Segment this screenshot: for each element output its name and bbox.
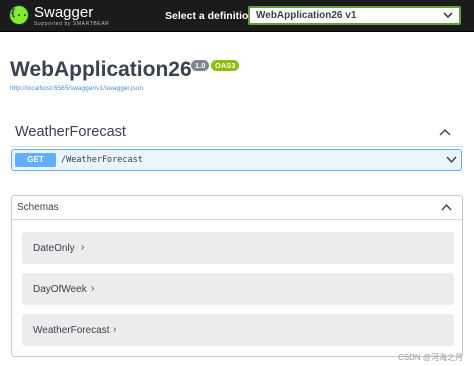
swagger-logo-icon[interactable]: {...}: [9, 5, 41, 25]
model-dateonly[interactable]: DateOnly ›: [22, 232, 454, 264]
model-dayofweek[interactable]: DayOfWeek ›: [22, 273, 454, 305]
method-badge: GET: [15, 153, 56, 167]
tag-title[interactable]: WeatherForecast: [15, 124, 126, 140]
top-bar: {...} Swagger Supported by SMARTBEAR Sel…: [0, 0, 474, 32]
model-weatherforecast[interactable]: WeatherForecast ›: [22, 314, 454, 346]
definition-select-value: WebApplication26 v1: [256, 10, 357, 21]
spec-url-link[interactable]: http://localhost:6565/swagger/v1/swagger…: [10, 85, 143, 92]
logo-glyph: {...}: [10, 8, 41, 19]
divider: [12, 219, 462, 220]
divider: [11, 146, 463, 147]
chevron-right-icon: ›: [81, 242, 85, 253]
chevron-right-icon: ›: [91, 283, 95, 294]
schemas-title[interactable]: Schemas: [17, 202, 59, 213]
operation-path: /WeatherForecast: [61, 155, 143, 165]
watermark: CSDN @河海之月: [398, 353, 464, 362]
chevron-down-icon[interactable]: [446, 155, 457, 164]
oas-badge: OAS3: [211, 60, 240, 71]
app-subtitle: Supported by SMARTBEAR: [34, 21, 110, 27]
definition-select[interactable]: WebApplication26 v1: [248, 6, 461, 25]
page-title: WebApplication26: [10, 58, 192, 81]
version-badge: 1.0: [191, 60, 210, 71]
operation-get-weatherforecast[interactable]: GET /WeatherForecast: [11, 149, 462, 171]
chevron-right-icon: ›: [113, 324, 117, 335]
chevron-up-icon[interactable]: [439, 127, 451, 137]
model-name: WeatherForecast: [33, 325, 110, 336]
chevron-down-icon: [443, 12, 453, 19]
chevron-up-icon[interactable]: [441, 203, 452, 212]
model-name: DateOnly: [33, 243, 75, 254]
schemas-section: Schemas DateOnly › DayOfWeek › WeatherFo…: [11, 195, 463, 357]
model-name: DayOfWeek: [33, 284, 87, 295]
app-name[interactable]: Swagger: [34, 4, 93, 21]
definition-label: Select a definition: [165, 10, 255, 22]
